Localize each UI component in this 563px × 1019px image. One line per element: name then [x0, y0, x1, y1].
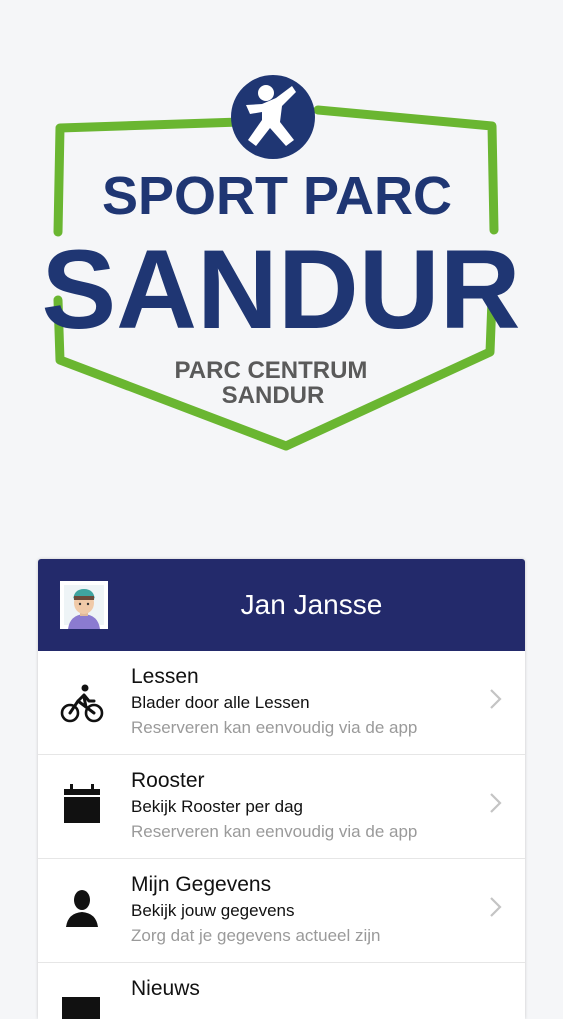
menu-subtitle: Bekijk jouw gegevens	[131, 901, 295, 920]
menu-subtitle: Bekijk Rooster per dag	[131, 797, 303, 816]
user-name: Jan Jansse	[240, 589, 383, 620]
news-icon	[62, 997, 100, 1019]
menu-subtitle: Blader door alle Lessen	[131, 693, 310, 712]
logo-line1: SPORT PARC	[102, 166, 452, 226]
menu-title: Nieuws	[131, 977, 200, 1000]
menu-note: Reserveren kan eenvoudig via de app	[131, 718, 418, 737]
bicycle-icon	[60, 684, 104, 723]
menu-item-nieuws[interactable]: Nieuws	[38, 963, 525, 1019]
logo-line2: SANDUR	[41, 227, 520, 352]
logo-line4: SANDUR	[222, 382, 325, 409]
app-logo: SPORT PARC SANDUR PARC CENTRUM SANDUR	[0, 0, 563, 470]
menu-note: Reserveren kan eenvoudig via de app	[131, 822, 418, 841]
menu-item-mijn-gegevens[interactable]: Mijn Gegevens Bekijk jouw gegevens Zorg …	[38, 859, 525, 963]
user-header: Jan Jansse	[38, 559, 525, 651]
chevron-right-icon	[490, 689, 502, 709]
menu-title: Lessen	[131, 665, 199, 688]
chevron-right-icon	[490, 793, 502, 813]
menu-note: Zorg dat je gegevens actueel zijn	[131, 926, 381, 945]
menu-title: Rooster	[131, 769, 205, 792]
chevron-right-icon	[490, 897, 502, 917]
person-icon	[66, 890, 98, 927]
logo-line3: PARC CENTRUM	[175, 357, 368, 384]
menu-item-lessen[interactable]: Lessen Blader door alle Lessen Reservere…	[38, 651, 525, 755]
calendar-icon	[64, 784, 100, 823]
menu-card: Jan Jansse Lessen Blader door alle Lesse…	[38, 559, 525, 1019]
menu-title: Mijn Gegevens	[131, 873, 272, 896]
menu-item-rooster[interactable]: Rooster Bekijk Rooster per dag Reservere…	[38, 755, 525, 859]
